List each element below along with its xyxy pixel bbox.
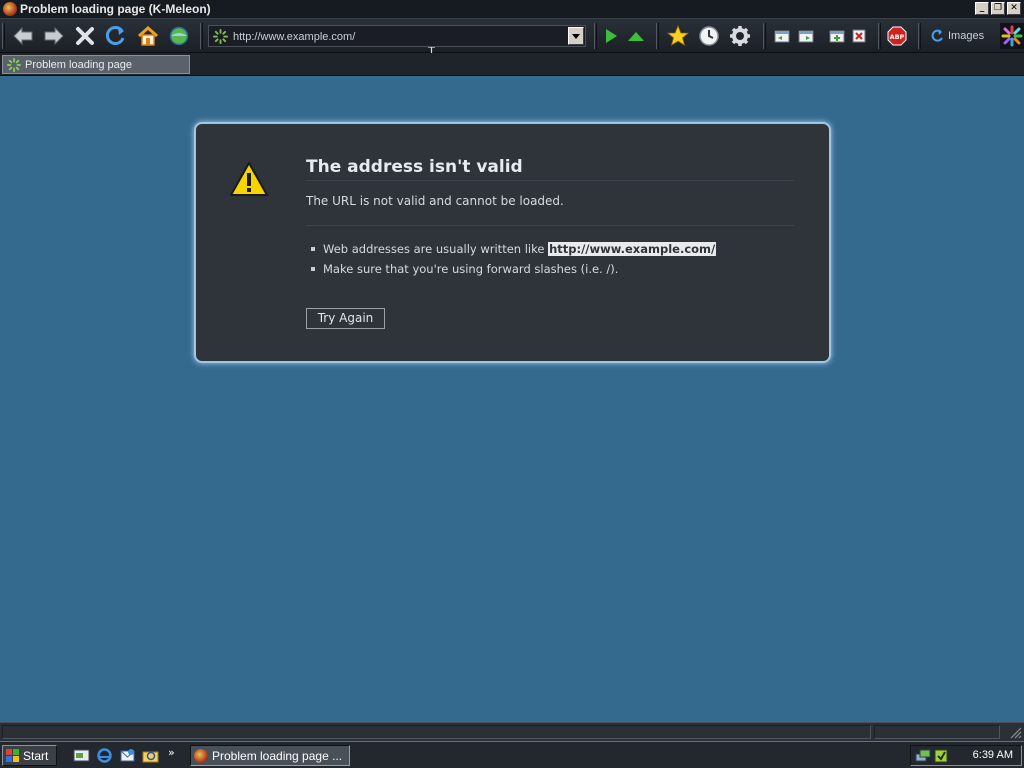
windows-logo-icon (6, 748, 19, 762)
toolbar-grip[interactable] (200, 23, 203, 49)
example-url-highlight[interactable]: http://www.example.com/ (548, 242, 717, 256)
url-input[interactable]: http://www.example.com/ (233, 29, 355, 45)
toolbar-grip[interactable] (878, 23, 881, 49)
error-suggestions-list: Web addresses are usually written like h… (311, 241, 717, 281)
status-text-pane (2, 725, 871, 739)
history-clock-icon (699, 26, 719, 46)
error-page-container: The address isn't valid The URL is not v… (194, 122, 831, 363)
outlook-express-icon[interactable] (119, 747, 136, 764)
close-layer-button[interactable] (847, 24, 871, 48)
network-icon[interactable] (915, 748, 931, 764)
layer-next-button[interactable] (794, 24, 818, 48)
list-item: Make sure that you're using forward slas… (311, 261, 716, 281)
kmeleon-app-icon[interactable] (3, 2, 17, 16)
kmeleon-app-icon (194, 748, 208, 763)
close-layer-icon (852, 29, 866, 43)
toolbar-grip[interactable] (763, 23, 766, 49)
layer-back-icon (774, 30, 790, 43)
home-icon (138, 25, 158, 46)
window-title: Problem loading page (K-Meleon) (20, 2, 211, 16)
start-label: Start (23, 748, 49, 763)
close-button[interactable]: ✕ (1007, 2, 1021, 15)
taskbar-item-label: Problem loading page ... (212, 748, 343, 763)
globe-icon (169, 26, 189, 46)
url-history-dropdown[interactable] (568, 27, 584, 45)
toolbar-grip[interactable] (918, 23, 921, 49)
url-bar[interactable]: http://www.example.com/ (208, 25, 586, 47)
reload-icon (105, 26, 125, 45)
system-tray: 6:39 AM (910, 745, 1022, 766)
progress-pane (874, 725, 1000, 739)
preferences-gear-icon (730, 26, 750, 46)
go-button[interactable] (599, 24, 623, 48)
start-button[interactable]: Start (2, 745, 57, 766)
forward-icon (44, 26, 64, 46)
description-divider (306, 225, 794, 226)
restore-button[interactable]: ❐ (991, 2, 1005, 15)
preferences-button[interactable] (728, 24, 752, 48)
error-title: The address isn't valid (306, 157, 523, 177)
kmeleon-logo-icon (1001, 25, 1023, 47)
show-desktop-icon[interactable] (73, 747, 90, 764)
toolbar-grip[interactable] (594, 23, 597, 49)
clock[interactable]: 6:39 AM (973, 749, 1013, 761)
forward-button[interactable] (42, 24, 66, 48)
up-button[interactable] (624, 24, 648, 48)
images-icon (931, 29, 943, 42)
new-layer-button[interactable] (825, 24, 849, 48)
internet-explorer-icon[interactable] (96, 747, 113, 764)
page-content: The address isn't valid The URL is not v… (0, 76, 1024, 722)
bookmarks-star-icon (667, 25, 689, 46)
tab-bar: Problem loading page (0, 53, 1024, 76)
taskbar: Start » Problem loading page ... 6:39 AM (0, 741, 1024, 768)
warning-icon (230, 162, 268, 196)
loading-spinner-icon (7, 57, 21, 72)
globe-button[interactable] (167, 24, 191, 48)
toolbar-grip[interactable] (2, 23, 5, 49)
back-button[interactable] (11, 24, 35, 48)
title-divider (306, 180, 794, 181)
history-button[interactable] (697, 24, 721, 48)
try-again-button[interactable]: Try Again (306, 308, 385, 329)
reload-button[interactable] (104, 24, 128, 48)
tab-problem-loading-page[interactable]: Problem loading page (2, 55, 190, 74)
stop-icon (76, 27, 94, 45)
images-toggle-button[interactable]: Images (930, 24, 984, 48)
new-layer-icon (829, 30, 845, 43)
images-label: Images (948, 30, 985, 42)
status-bar (0, 722, 1024, 741)
tab-label: Problem loading page (25, 58, 133, 71)
quick-launch-overflow[interactable]: » (168, 746, 175, 759)
loading-spinner-icon (213, 29, 228, 44)
stop-button[interactable] (73, 24, 97, 48)
home-button[interactable] (136, 24, 160, 48)
bookmarks-button[interactable] (666, 24, 690, 48)
toolbar-grip[interactable] (656, 23, 659, 49)
go-icon (606, 29, 617, 43)
layer-next-icon (798, 30, 814, 43)
svg-text:ABP: ABP (890, 33, 905, 41)
tray-app-icon[interactable] (933, 748, 949, 764)
windows-explorer-icon[interactable] (142, 747, 159, 764)
list-item: Web addresses are usually written like h… (311, 241, 717, 261)
minimize-button[interactable]: _ (975, 2, 989, 15)
kmeleon-throbber[interactable] (1000, 23, 1024, 49)
adblock-button[interactable]: ABP (885, 24, 909, 48)
resize-grip-icon[interactable] (1008, 725, 1022, 739)
layer-back-button[interactable] (770, 24, 794, 48)
back-icon (13, 26, 33, 46)
navigation-toolbar: http://www.example.com/ ABP Images (0, 18, 1024, 63)
adblock-icon: ABP (887, 26, 907, 46)
title-bar: Problem loading page (K-Meleon) _ ❐ ✕ (0, 0, 1024, 18)
chevron-down-icon (572, 33, 580, 39)
error-description: The URL is not valid and cannot be loade… (306, 194, 564, 208)
suggestion-text: Web addresses are usually written like (323, 242, 545, 256)
up-icon (628, 32, 644, 41)
taskbar-item-kmeleon[interactable]: Problem loading page ... (190, 745, 350, 766)
